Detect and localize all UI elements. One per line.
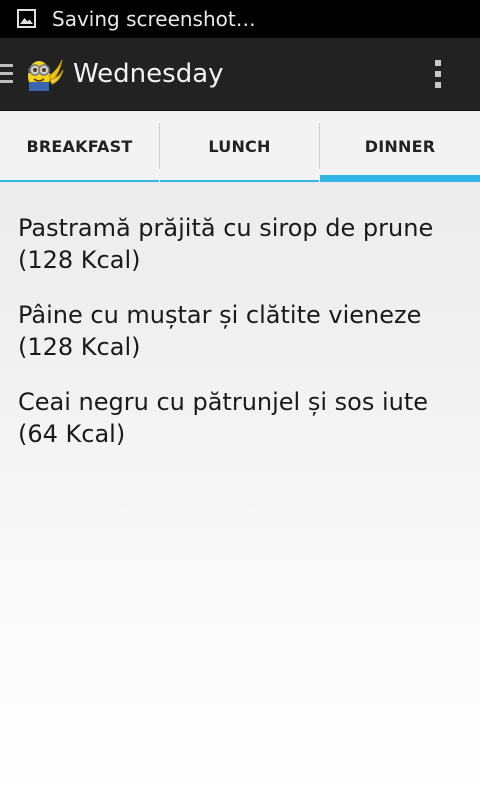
list-item: Ceai negru cu pătrunjel și sos iute (64 … xyxy=(18,386,468,450)
overflow-menu-icon[interactable] xyxy=(428,60,448,90)
status-notification-text: Saving screenshot… xyxy=(52,7,256,31)
tab-bar: BREAKFAST LUNCH DINNER xyxy=(0,111,480,182)
meal-calories: (64 Kcal) xyxy=(18,420,126,448)
action-bar: Wednesday xyxy=(0,38,480,111)
meal-list: Pastramă prăjită cu sirop de prune (128 … xyxy=(18,212,468,473)
tab-lunch[interactable]: LUNCH xyxy=(160,111,319,182)
status-bar: Saving screenshot… xyxy=(0,0,480,38)
meal-calories: (128 Kcal) xyxy=(18,333,141,361)
image-icon xyxy=(17,9,36,28)
tab-breakfast-label: BREAKFAST xyxy=(26,137,133,156)
meal-calories: (128 Kcal) xyxy=(18,246,141,274)
list-item: Pâine cu muștar și clătite vieneze (128 … xyxy=(18,299,468,363)
page-title: Wednesday xyxy=(73,59,224,89)
meal-name: Pastramă prăjită cu sirop de prune xyxy=(18,214,434,242)
minion-icon[interactable] xyxy=(22,54,64,94)
meal-name: Ceai negru cu pătrunjel și sos iute xyxy=(18,388,429,416)
tab-breakfast[interactable]: BREAKFAST xyxy=(0,111,159,182)
list-item: Pastramă prăjită cu sirop de prune (128 … xyxy=(18,212,468,276)
tab-dinner[interactable]: DINNER xyxy=(320,111,480,182)
tab-dinner-label: DINNER xyxy=(364,137,436,156)
tab-indicator xyxy=(0,180,159,182)
tab-selected-indicator xyxy=(320,175,480,182)
tab-indicator xyxy=(160,180,319,182)
meal-name: Pâine cu muștar și clătite vieneze xyxy=(18,301,422,329)
tab-lunch-label: LUNCH xyxy=(208,137,271,156)
hamburger-icon[interactable] xyxy=(0,64,14,84)
